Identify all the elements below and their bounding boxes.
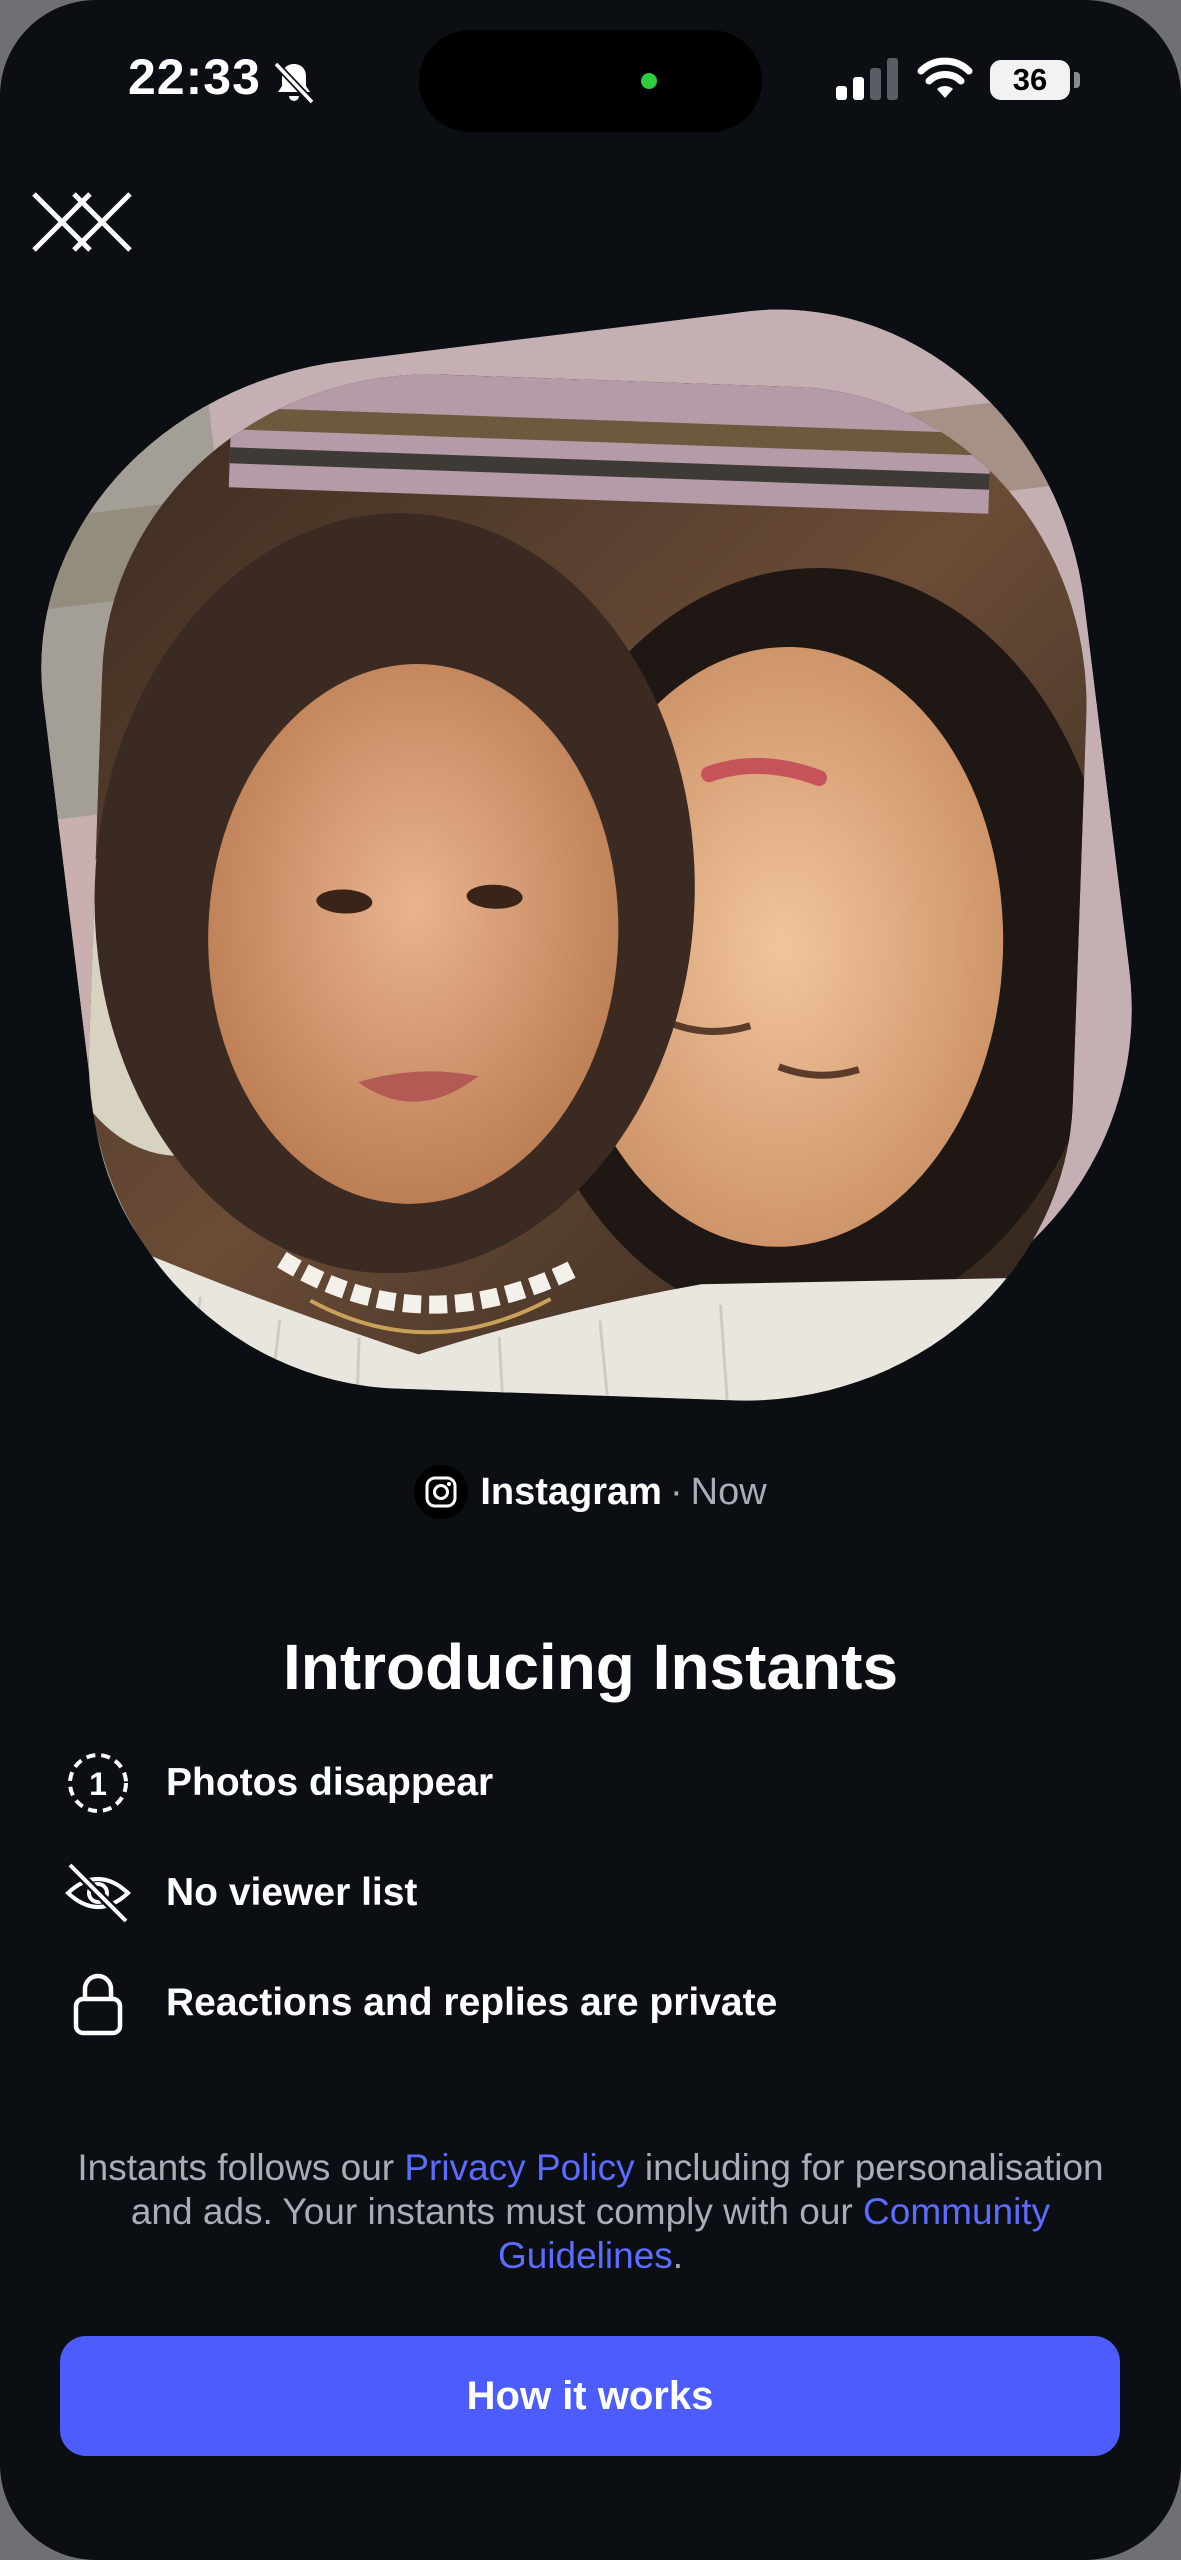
close-icon[interactable] (30, 190, 134, 254)
page-title: Introducing Instants (282, 1631, 899, 1703)
instant-photo (6, 275, 1169, 1415)
screen: 22:33 36 Instagram · Now Introducing Ins… (0, 0, 1181, 2560)
timer-one-icon: 1 (64, 1749, 132, 1817)
source-app-name: Instagram (480, 1470, 662, 1513)
feature-photos-disappear: 1 Photos disappear (64, 1748, 493, 1818)
battery-icon: 36 (990, 60, 1080, 100)
camera-indicator-dot (641, 73, 657, 89)
feature-label: Reactions and replies are private (166, 1981, 778, 2024)
battery-tip (1074, 72, 1080, 88)
status-time: 22:33 (128, 49, 261, 105)
privacy-policy-link[interactable]: Privacy Policy (404, 2147, 634, 2188)
instagram-icon (414, 1465, 469, 1519)
wifi-icon (917, 57, 973, 98)
how-it-works-button[interactable]: How it works (60, 2336, 1120, 2456)
lock-icon (64, 1969, 132, 2037)
legal-text: Instants follows our (77, 2147, 405, 2188)
battery-level: 36 (990, 60, 1070, 100)
bell-off-icon (273, 61, 315, 105)
legal-notice: Instants follows our Privacy Policy incl… (60, 2146, 1121, 2278)
feature-no-viewer-list: No viewer list (64, 1858, 417, 1928)
eye-off-icon (64, 1859, 132, 1927)
cellular-signal-icon (836, 58, 898, 100)
feature-label: Photos disappear (166, 1761, 494, 1804)
source-separator: · (669, 1470, 683, 1513)
feature-private-reactions: Reactions and replies are private (64, 1968, 777, 2038)
legal-text: . (672, 2235, 684, 2276)
feature-label: No viewer list (166, 1871, 418, 1914)
photo-front-layer (77, 363, 1098, 1412)
dynamic-island (419, 30, 762, 132)
svg-text:1: 1 (89, 1766, 107, 1802)
source-time: Now (690, 1470, 767, 1513)
source-row: Instagram · Now (0, 1464, 1181, 1520)
